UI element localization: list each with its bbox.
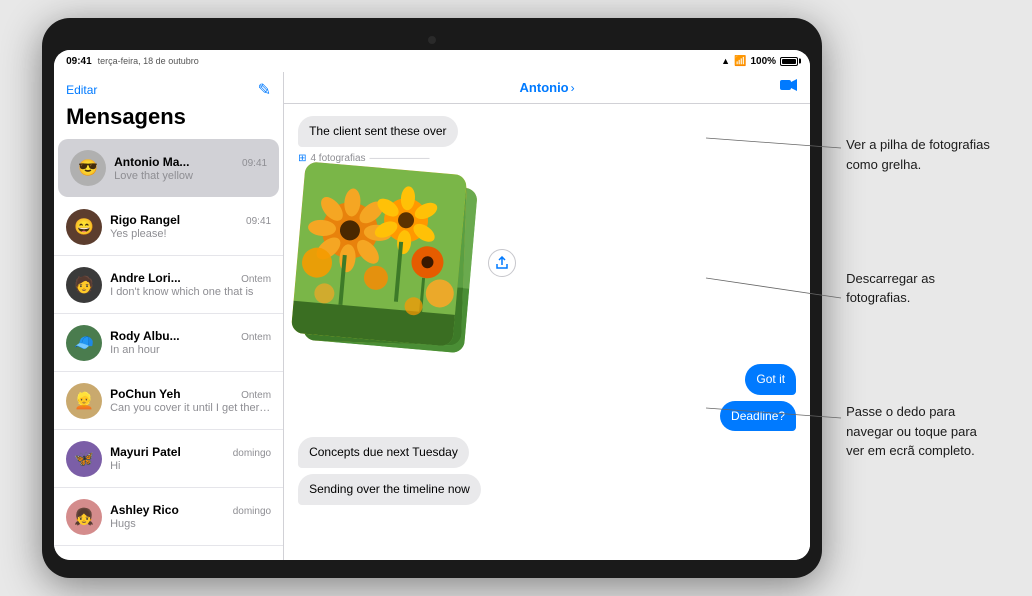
sidebar-header: Editar ✎ — [54, 72, 283, 104]
messages-sidebar: Editar ✎ Mensagens 😎 Antonio Ma... 09:41 — [54, 72, 284, 560]
contact-preview: I don't know which one that is — [110, 286, 271, 298]
annotation-1: Ver a pilha de fotografiascomo grelha. — [846, 135, 990, 174]
status-date: terça-feira, 18 de outubro — [98, 56, 199, 66]
video-call-button[interactable] — [780, 78, 798, 97]
contact-name: PoChun Yeh — [110, 387, 180, 401]
avatar: 🧑 — [66, 267, 102, 303]
contact-item[interactable]: 🧑 Andre Lori... Ontem I don't know which… — [54, 256, 283, 314]
contact-item[interactable]: 👧 Ashley Rico domingo Hugs — [54, 488, 283, 546]
chevron-right-icon: › — [571, 81, 575, 95]
avatar: 😄 — [66, 209, 102, 245]
avatar: 👱 — [66, 383, 102, 419]
contact-name: Rigo Rangel — [110, 213, 180, 227]
contact-name: Andre Lori... — [110, 271, 181, 285]
share-button[interactable] — [488, 249, 516, 277]
message-row: Concepts due next Tuesday — [298, 437, 796, 468]
contact-info: Antonio Ma... 09:41 Love that yellow — [114, 155, 267, 182]
grid-icon: ⊞ — [298, 153, 306, 164]
photo-stack-row: ⊞ 4 fotografias —————— — [298, 153, 796, 358]
contact-time: domingo — [233, 448, 271, 459]
contact-time: 09:41 — [246, 216, 271, 227]
edit-button[interactable]: Editar — [66, 83, 97, 97]
annotation-panel: Ver a pilha de fotografiascomo grelha. D… — [846, 88, 990, 508]
contact-time: domingo — [233, 506, 271, 517]
avatar: 😎 — [70, 150, 106, 186]
status-bar: 09:41 terça-feira, 18 de outubro ▲ 📶 100… — [54, 50, 810, 72]
annotation-3: Passe o dedo paranavegar ou toque parave… — [846, 402, 990, 461]
avatar: 👧 — [66, 499, 102, 535]
message-text: Deadline? — [731, 409, 785, 423]
contact-name: Rody Albu... — [110, 329, 180, 343]
message-bubble: Deadline? — [720, 401, 796, 432]
message-bubble: The client sent these over — [298, 116, 457, 147]
message-text: Got it — [756, 372, 785, 386]
contact-item[interactable]: 👱 PoChun Yeh Ontem Can you cover it unti… — [54, 372, 283, 430]
contact-preview: Love that yellow — [114, 170, 267, 182]
contact-time: Ontem — [241, 332, 271, 343]
contact-preview: Hugs — [110, 518, 271, 530]
contact-preview: Hi — [110, 460, 271, 472]
contact-name: Ashley Rico — [110, 503, 179, 517]
message-text: The client sent these over — [309, 124, 446, 138]
annotation-2-text: Descarregar asfotografias. — [846, 271, 935, 306]
message-bubble: Got it — [745, 364, 796, 395]
contact-item[interactable]: 😄 Rigo Rangel 09:41 Yes please! — [54, 198, 283, 256]
compose-button[interactable]: ✎ — [258, 80, 271, 100]
location-icon: ▲ — [721, 56, 730, 66]
sidebar-title: Mensagens — [54, 104, 283, 138]
ipad-screen: 09:41 terça-feira, 18 de outubro ▲ 📶 100… — [54, 50, 810, 560]
contact-info: Ashley Rico domingo Hugs — [110, 503, 271, 530]
message-text: Concepts due next Tuesday — [309, 445, 458, 459]
front-camera — [428, 36, 436, 44]
contact-time: 09:41 — [242, 158, 267, 169]
message-row: The client sent these over — [298, 116, 796, 147]
status-left: 09:41 terça-feira, 18 de outubro — [66, 56, 199, 67]
contact-preview: Can you cover it until I get there? — [110, 402, 271, 414]
contact-info: Mayuri Patel domingo Hi — [110, 445, 271, 472]
photo-stack-wrapper: ⊞ 4 fotografias —————— — [298, 153, 516, 358]
status-right: ▲ 📶 100% — [721, 56, 798, 67]
avatar: 🦋 — [66, 441, 102, 477]
contact-name: Antonio Ma... — [114, 155, 189, 169]
message-row: Got it — [298, 364, 796, 395]
message-text: Sending over the timeline now — [309, 482, 470, 496]
chat-contact-name[interactable]: Antonio — [520, 80, 569, 95]
contact-info: PoChun Yeh Ontem Can you cover it until … — [110, 387, 271, 414]
ipad-top-bar — [54, 36, 810, 44]
message-row: Deadline? — [298, 401, 796, 432]
chat-panel: Antonio › — [284, 72, 810, 560]
contact-list: 😎 Antonio Ma... 09:41 Love that yellow 😄 — [54, 138, 283, 560]
contact-info: Rody Albu... Ontem In an hour — [110, 329, 271, 356]
chat-messages: The client sent these over ⊞ 4 fotografi… — [284, 104, 810, 560]
contact-time: Ontem — [241, 274, 271, 285]
contact-item[interactable]: 🧢 Rody Albu... Ontem In an hour — [54, 314, 283, 372]
photo-stack[interactable] — [298, 168, 478, 358]
message-row: Sending over the timeline now — [298, 474, 796, 505]
contact-info: Rigo Rangel 09:41 Yes please! — [110, 213, 271, 240]
contact-preview: In an hour — [110, 344, 271, 356]
annotation-3-text: Passe o dedo paranavegar ou toque parave… — [846, 404, 977, 458]
avatar: 🧢 — [66, 325, 102, 361]
status-time: 09:41 — [66, 56, 92, 67]
annotation-1-text: Ver a pilha de fotografiascomo grelha. — [846, 137, 990, 172]
photo-stack-label: ⊞ 4 fotografias —————— — [298, 153, 516, 164]
contact-preview: Yes please! — [110, 228, 271, 240]
battery-percent: 100% — [751, 56, 777, 67]
wifi-icon: 📶 — [734, 56, 746, 67]
contact-name: Mayuri Patel — [110, 445, 181, 459]
message-bubble: Sending over the timeline now — [298, 474, 481, 505]
battery-icon — [780, 57, 798, 66]
message-bubble: Concepts due next Tuesday — [298, 437, 469, 468]
ipad-frame: 09:41 terça-feira, 18 de outubro ▲ 📶 100… — [42, 18, 822, 578]
annotation-2: Descarregar asfotografias. — [846, 269, 990, 308]
contact-info: Andre Lori... Ontem I don't know which o… — [110, 271, 271, 298]
chat-header: Antonio › — [284, 72, 810, 104]
app-content: Editar ✎ Mensagens 😎 Antonio Ma... 09:41 — [54, 72, 810, 560]
contact-item[interactable]: 🦋 Mayuri Patel domingo Hi — [54, 430, 283, 488]
contact-item[interactable]: 😎 Antonio Ma... 09:41 Love that yellow — [58, 139, 279, 197]
contact-time: Ontem — [241, 390, 271, 401]
